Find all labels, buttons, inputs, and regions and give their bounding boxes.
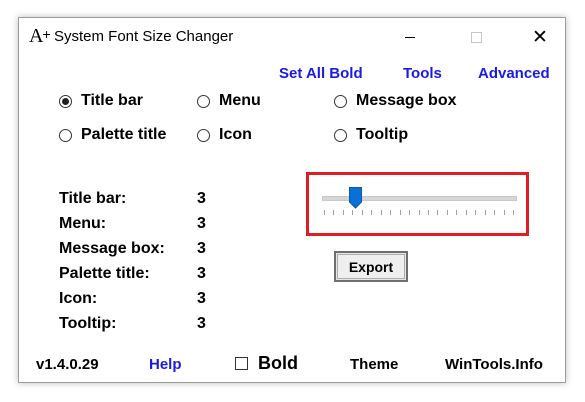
tooltip-size-label: Tooltip: bbox=[59, 315, 117, 332]
radio-label: Message box bbox=[356, 92, 457, 109]
slider-tick bbox=[456, 210, 457, 215]
set-all-bold-link[interactable]: Set All Bold bbox=[279, 65, 363, 82]
app-window: A+ System Font Size Changer ✕ Set All Bo… bbox=[18, 17, 566, 383]
radio-unselected-icon bbox=[59, 128, 72, 142]
slider-tick bbox=[513, 210, 514, 215]
icon-size-value: 3 bbox=[197, 290, 206, 307]
slider-tick bbox=[419, 210, 420, 215]
radio-label: Icon bbox=[219, 126, 252, 143]
title-bar-size-value: 3 bbox=[197, 190, 206, 207]
tooltip-size-value: 3 bbox=[197, 315, 206, 332]
radio-unselected-icon bbox=[197, 94, 210, 108]
slider-tick bbox=[475, 210, 476, 215]
slider-tick bbox=[485, 210, 486, 215]
font-size-app-icon: A+ bbox=[29, 25, 51, 47]
radio-label: Menu bbox=[219, 92, 261, 109]
palette-title-size-value: 3 bbox=[197, 265, 206, 282]
radio-unselected-icon bbox=[334, 128, 347, 142]
slider-tick bbox=[343, 210, 344, 215]
slider-tick bbox=[447, 210, 448, 215]
wintools-info-link[interactable]: WinTools.Info bbox=[445, 356, 543, 373]
font-size-slider-thumb[interactable] bbox=[349, 187, 362, 209]
radio-menu[interactable]: Menu bbox=[197, 92, 261, 110]
slider-tick bbox=[400, 210, 401, 215]
radio-message-box[interactable]: Message box bbox=[334, 92, 456, 110]
slider-tick bbox=[494, 210, 495, 215]
bold-checkbox[interactable]: Bold bbox=[235, 353, 298, 374]
slider-tick bbox=[390, 210, 391, 215]
theme-link[interactable]: Theme bbox=[350, 356, 398, 373]
menu-size-value: 3 bbox=[197, 215, 206, 232]
radio-tooltip[interactable]: Tooltip bbox=[334, 126, 408, 144]
slider-tick bbox=[371, 210, 372, 215]
export-button-label: Export bbox=[348, 258, 394, 275]
icon-size-label: Icon: bbox=[59, 290, 98, 307]
radio-unselected-icon bbox=[334, 94, 347, 108]
minimize-button[interactable] bbox=[387, 18, 433, 56]
font-size-slider-highlight bbox=[306, 172, 529, 236]
slider-tick bbox=[352, 210, 353, 215]
minimize-icon bbox=[405, 36, 415, 38]
maximize-icon bbox=[470, 31, 482, 43]
slider-tick bbox=[381, 210, 382, 215]
radio-label: Tooltip bbox=[356, 126, 409, 143]
title-bar-size-label: Title bar: bbox=[59, 190, 127, 207]
slider-ticks bbox=[324, 210, 514, 215]
version-label: v1.4.0.29 bbox=[36, 356, 99, 373]
radio-icon[interactable]: Icon bbox=[197, 126, 252, 144]
close-icon: ✕ bbox=[532, 26, 548, 48]
palette-title-size-label: Palette title: bbox=[59, 265, 150, 282]
slider-tick bbox=[333, 210, 334, 215]
radio-title-bar[interactable]: Title bar bbox=[59, 92, 143, 110]
slider-tick bbox=[362, 210, 363, 215]
radio-label: Palette title bbox=[81, 126, 167, 143]
slider-tick bbox=[324, 210, 325, 215]
export-button[interactable]: Export bbox=[334, 251, 408, 282]
radio-unselected-icon bbox=[197, 128, 210, 142]
bold-checkbox-label: Bold bbox=[258, 353, 298, 373]
help-link[interactable]: Help bbox=[149, 356, 182, 373]
maximize-button[interactable] bbox=[453, 18, 499, 56]
radio-palette-title[interactable]: Palette title bbox=[59, 126, 166, 144]
slider-tick bbox=[437, 210, 438, 215]
advanced-link[interactable]: Advanced bbox=[478, 65, 550, 82]
close-button[interactable]: ✕ bbox=[517, 18, 563, 56]
slider-tick bbox=[466, 210, 467, 215]
menu-size-label: Menu: bbox=[59, 215, 107, 232]
title-bar[interactable]: A+ System Font Size Changer ✕ bbox=[19, 18, 565, 56]
message-box-size-label: Message box: bbox=[59, 240, 165, 257]
slider-tick bbox=[428, 210, 429, 215]
window-title: System Font Size Changer bbox=[54, 28, 234, 45]
message-box-size-value: 3 bbox=[197, 240, 206, 257]
radio-label: Title bar bbox=[81, 92, 143, 109]
tools-link[interactable]: Tools bbox=[403, 65, 442, 82]
checkbox-unchecked-icon bbox=[235, 357, 248, 370]
radio-selected-icon bbox=[59, 94, 72, 108]
slider-tick bbox=[504, 210, 505, 215]
slider-tick bbox=[409, 210, 410, 215]
